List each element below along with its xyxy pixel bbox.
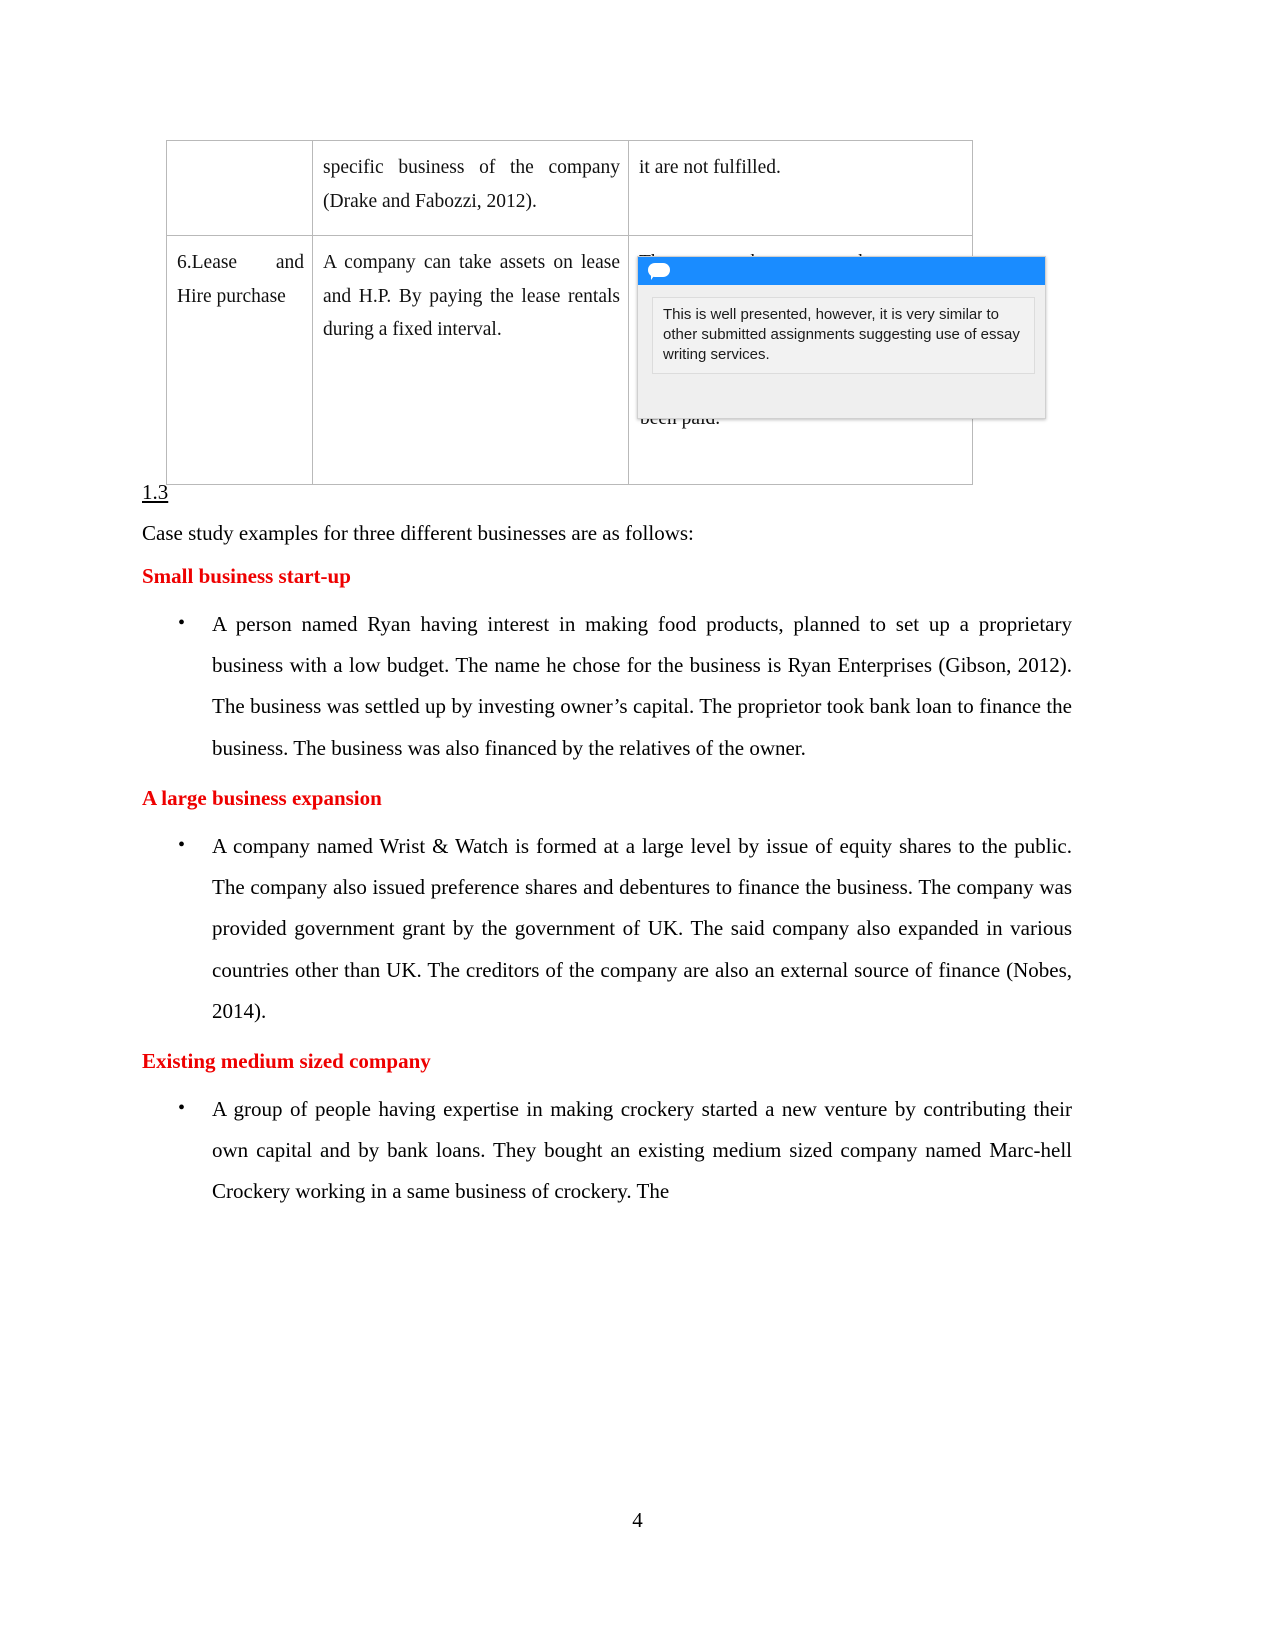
- list-item: A group of people having expertise in ma…: [142, 1089, 1072, 1212]
- table-row: specific business of the company (Drake …: [166, 140, 973, 236]
- page-content: 1.3 Case study examples for three differ…: [142, 480, 1072, 1229]
- page-number: 4: [632, 1508, 643, 1532]
- heading-large-business-expansion: A large business expansion: [142, 785, 382, 810]
- speech-bubble-icon: [648, 262, 670, 280]
- bullet-list-small-business: A person named Ryan having interest in m…: [142, 604, 1072, 769]
- comment-popup-body: This is well presented, however, it is v…: [638, 285, 1045, 375]
- section-number: 1.3: [142, 480, 169, 504]
- table-cell-description: specific business of the company (Drake …: [312, 140, 629, 236]
- list-item: A company named Wrist & Watch is formed …: [142, 826, 1072, 1032]
- bullet-list-medium-company: A group of people having expertise in ma…: [142, 1089, 1072, 1212]
- section-intro: Case study examples for three different …: [142, 521, 694, 545]
- list-item: A person named Ryan having interest in m…: [142, 604, 1072, 769]
- document-page: specific business of the company (Drake …: [0, 0, 1275, 1650]
- table-cell-description: A company can take assets on lease and H…: [312, 235, 629, 485]
- comment-popup-header[interactable]: [638, 257, 1045, 285]
- comment-text: This is well presented, however, it is v…: [652, 297, 1035, 375]
- heading-existing-medium-sized-company: Existing medium sized company: [142, 1048, 431, 1073]
- table-cell-source: 6.Lease and Hire purchase: [166, 235, 313, 485]
- heading-small-business-start-up: Small business start-up: [142, 563, 351, 588]
- table-cell-source: [166, 140, 313, 236]
- table-cell-implication: it are not fulfilled.: [628, 140, 973, 236]
- comment-popup[interactable]: This is well presented, however, it is v…: [637, 256, 1046, 419]
- bullet-list-large-business: A company named Wrist & Watch is formed …: [142, 826, 1072, 1032]
